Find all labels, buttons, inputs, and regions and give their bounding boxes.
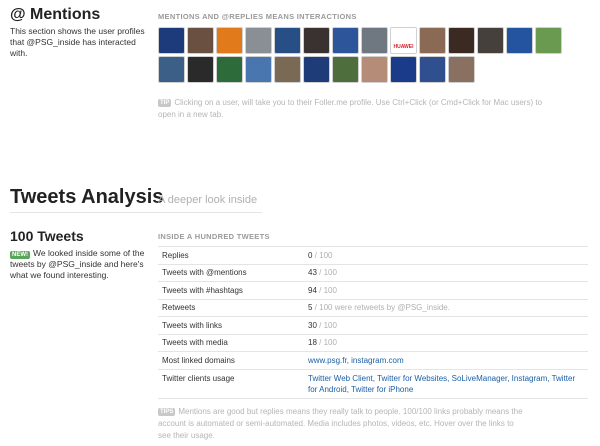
avatar-inter-crest[interactable]	[390, 56, 417, 83]
row-value: 30	[308, 320, 317, 330]
analysis-tips-text: Mentions are good but replies means they…	[158, 407, 523, 440]
row-label: Retweets	[158, 298, 304, 317]
clients-cell: Twitter Web Client, Twitter for Websites…	[304, 368, 588, 399]
row-value-cell: 5 / 100 were retweets by @PSG_inside.	[304, 298, 588, 317]
avatar-player-action[interactable]	[158, 56, 185, 83]
avatar-player-blue-kit[interactable]	[274, 27, 301, 54]
table-row-domains: Most linked domains www.psg.fr, instagra…	[158, 351, 588, 369]
row-denominator: / 100 were retweets by @PSG_inside.	[312, 303, 450, 313]
avatar-label: HUAWEI	[393, 44, 414, 50]
avatar-woman-portrait[interactable]	[361, 56, 388, 83]
avatar-bearded-player[interactable]	[187, 27, 214, 54]
mentions-section-heading: MENTIONS AND @REPLIES MEANS INTERACTIONS	[158, 12, 357, 21]
avatar-player-dark-skin[interactable]	[448, 27, 475, 54]
analysis-subtitle: A deeper look inside	[158, 194, 258, 206]
row-label: Tweets with media	[158, 333, 304, 352]
avatar-player-green-bg[interactable]	[535, 27, 562, 54]
client-link[interactable]: Twitter Web Client	[308, 374, 373, 383]
row-label: Tweets with links	[158, 316, 304, 334]
new-badge: NEW!	[10, 251, 30, 259]
section-divider	[10, 212, 262, 213]
row-value: 94	[308, 285, 317, 295]
table-row: Tweets with @mentions 43 / 100	[158, 263, 588, 282]
client-link[interactable]: Twitter for Websites	[377, 374, 447, 383]
row-value-cell: 30 / 100	[304, 316, 588, 334]
row-denominator: / 100	[316, 338, 337, 348]
avatar-row	[158, 56, 598, 83]
avatar-player-celebrating[interactable]	[303, 56, 330, 83]
avatar-grid: HUAWEI	[158, 27, 598, 85]
domain-link[interactable]: www.psg.fr	[308, 356, 347, 365]
table-row: Tweets with #hashtags 94 / 100	[158, 281, 588, 299]
row-value-cell: 18 / 100	[304, 333, 588, 352]
mentions-title: @ Mentions	[10, 6, 101, 23]
row-denominator: / 100	[316, 268, 337, 278]
domains-cell: www.psg.fr, instagram.com	[304, 351, 588, 369]
row-label: Tweets with @mentions	[158, 263, 304, 282]
tweet-stats-table: Replies 0 / 100 Tweets with @mentions 43…	[158, 246, 588, 399]
avatar-player-bald[interactable]	[477, 27, 504, 54]
row-value-cell: 43 / 100	[304, 263, 588, 282]
tweets-count-title: 100 Tweets	[10, 228, 84, 244]
row-label: Tweets with #hashtags	[158, 281, 304, 299]
stats-section-heading: INSIDE A HUNDRED TWEETS	[158, 232, 270, 241]
tweets-count-text: We looked inside some of the tweets by @…	[10, 248, 145, 280]
avatar-player-grey[interactable]	[361, 27, 388, 54]
avatar-player-white-kit[interactable]	[245, 27, 272, 54]
row-label: Replies	[158, 246, 304, 264]
avatar-psg-crest[interactable]	[158, 27, 185, 54]
mentions-tip-text: Clicking on a user, will take you to the…	[158, 98, 543, 119]
domain-link[interactable]: instagram.com	[351, 356, 403, 365]
avatar-player-long-hair[interactable]	[448, 56, 475, 83]
table-row: Replies 0 / 100	[158, 246, 588, 264]
avatar-montpellier-crest[interactable]	[216, 27, 243, 54]
client-link[interactable]: SoLiveManager	[452, 374, 508, 383]
analysis-tips: TIPS Mentions are good but replies means …	[158, 406, 528, 442]
row-value: 18	[308, 338, 317, 348]
mentions-tip: TIP Clicking on a user, will take you to …	[158, 97, 548, 121]
avatar-logo-circle[interactable]	[187, 56, 214, 83]
row-value: 43	[308, 268, 317, 278]
row-label: Twitter clients usage	[158, 368, 304, 399]
row-denominator: / 100	[316, 320, 337, 330]
table-row: Tweets with media 18 / 100	[158, 333, 588, 352]
table-row: Tweets with links 30 / 100	[158, 316, 588, 334]
avatar-row: HUAWEI	[158, 27, 598, 54]
avatar-player-runner[interactable]	[419, 56, 446, 83]
avatar-stadium[interactable]	[332, 56, 359, 83]
avatar-crowd-photo[interactable]	[274, 56, 301, 83]
analysis-title: Tweets Analysis	[10, 186, 164, 208]
avatar-player-smiling[interactable]	[419, 27, 446, 54]
avatar-player-italy-blue[interactable]	[506, 27, 533, 54]
avatar-player-portrait-dark[interactable]	[303, 27, 330, 54]
mentions-description: This section shows the user profiles tha…	[10, 26, 145, 58]
avatar-huawei-logo[interactable]: HUAWEI	[390, 27, 417, 54]
tip-badge: TIP	[158, 98, 172, 107]
row-value-cell: 0 / 100	[304, 246, 588, 264]
client-link[interactable]: Twitter for iPhone	[351, 385, 413, 394]
avatar-team-group[interactable]	[216, 56, 243, 83]
table-row: Retweets 5 / 100 were retweets by @PSG_i…	[158, 298, 588, 317]
table-row-clients: Twitter clients usage Twitter Web Client…	[158, 368, 588, 399]
avatar-player-stripes[interactable]	[332, 27, 359, 54]
row-denominator: / 100	[312, 250, 333, 260]
row-denominator: / 100	[316, 285, 337, 295]
row-label: Most linked domains	[158, 351, 304, 369]
row-value-cell: 94 / 100	[304, 281, 588, 299]
client-link[interactable]: Instagram	[512, 374, 548, 383]
avatar-player-blue-sky[interactable]	[245, 56, 272, 83]
tips-badge: TIPS	[158, 407, 176, 416]
tweets-count-description: NEW! We looked inside some of the tweets …	[10, 248, 150, 281]
